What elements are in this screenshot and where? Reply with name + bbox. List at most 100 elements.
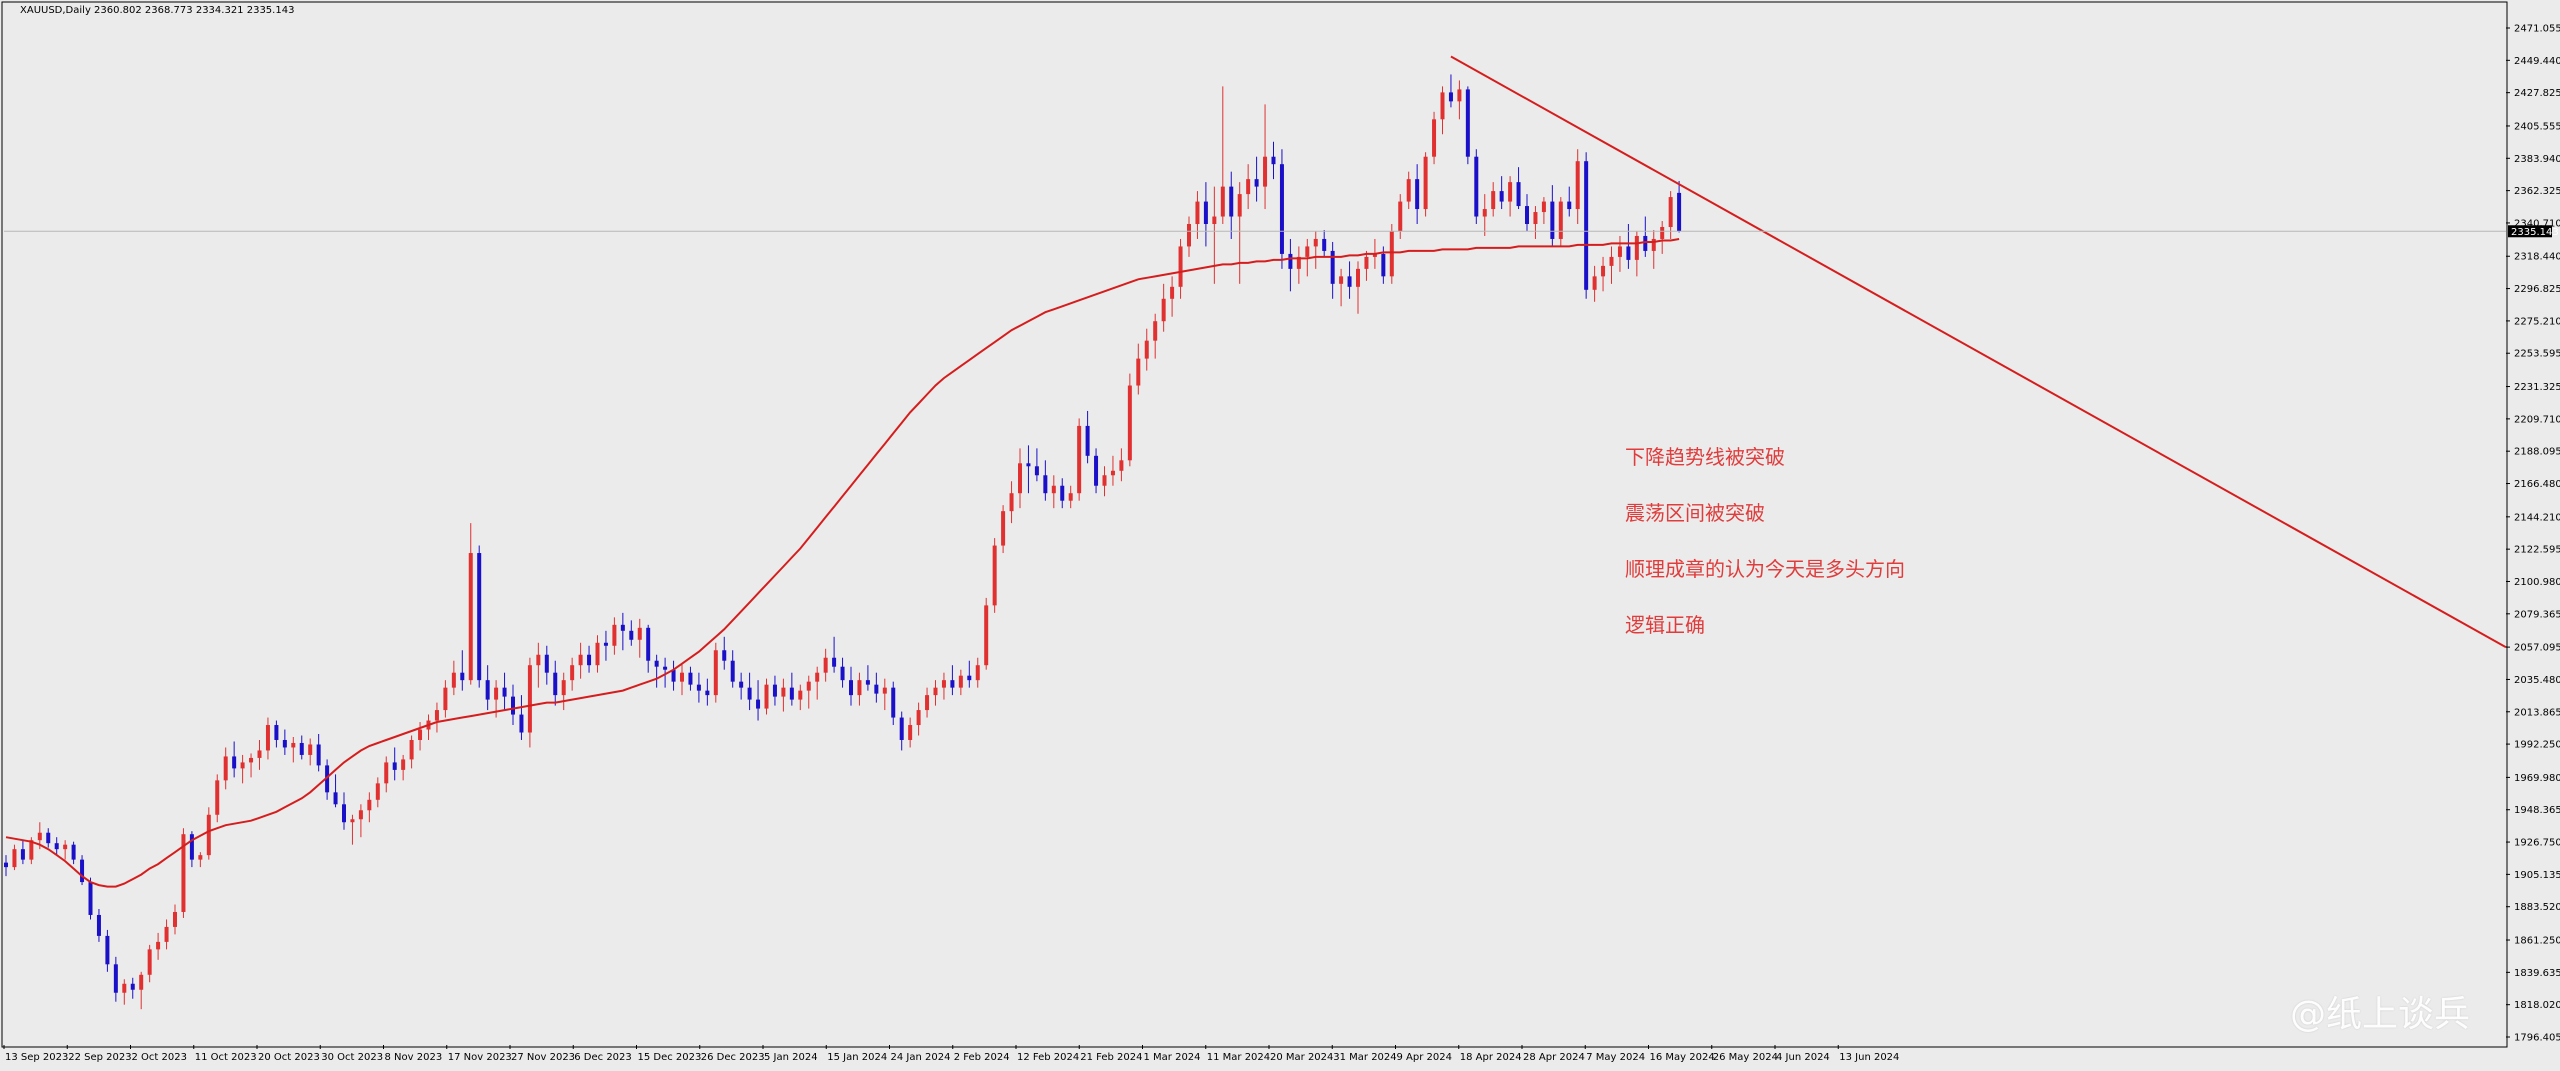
y-tick-label: 2383.940	[2514, 154, 2560, 165]
candle-body	[992, 545, 997, 606]
candle-body	[1246, 179, 1251, 195]
candle-body	[257, 750, 262, 758]
candle-body	[722, 650, 727, 661]
candle-body	[967, 675, 972, 681]
candle-body	[63, 844, 68, 850]
candle-body	[156, 941, 161, 950]
candle-body	[418, 729, 423, 740]
candle-body	[1465, 89, 1470, 157]
candle-body	[1584, 161, 1589, 290]
candle-body	[130, 983, 135, 990]
candle-body	[206, 814, 211, 856]
candle-body	[891, 687, 896, 718]
candle-body	[578, 654, 583, 666]
candle-body	[468, 553, 473, 681]
candle-body	[1617, 246, 1622, 257]
candle-body	[1516, 182, 1521, 207]
candle	[1127, 373, 1132, 467]
candle-body	[1051, 485, 1056, 494]
x-tick-label: 31 Mar 2024	[1333, 1052, 1396, 1063]
candle-body	[663, 666, 668, 670]
candle-body	[1144, 340, 1149, 359]
y-tick-label: 2275.210	[2514, 316, 2560, 327]
x-tick-label: 15 Jan 2024	[827, 1052, 887, 1063]
candle-body	[815, 672, 820, 682]
candle-body	[637, 627, 642, 640]
candle-body	[173, 911, 177, 927]
candle-body	[392, 762, 397, 770]
x-tick-label: 12 Feb 2024	[1017, 1052, 1079, 1063]
candle-body	[223, 756, 228, 781]
candle-body	[20, 849, 25, 860]
y-tick-label: 2209.710	[2514, 414, 2560, 425]
candle-body	[71, 844, 76, 860]
candle-body	[485, 680, 490, 700]
candle-body	[1482, 209, 1487, 217]
candle-body	[1102, 475, 1107, 486]
candle-body	[950, 680, 955, 688]
y-tick-label: 2100.980	[2514, 577, 2560, 588]
candle-body	[781, 687, 786, 697]
candle-body	[1432, 119, 1437, 157]
candle-body	[1085, 425, 1090, 456]
y-tick-label: 2035.480	[2514, 675, 2560, 686]
x-tick-label: 7 May 2024	[1586, 1052, 1645, 1063]
candle-body	[823, 657, 828, 673]
candle-body	[1161, 298, 1166, 322]
x-tick-label: 2 Oct 2023	[132, 1052, 187, 1063]
candle	[1077, 418, 1082, 501]
candle-body	[646, 627, 651, 661]
candlestick-chart[interactable]: 2471.055 2449.440 2427.825 2405.555 2383.940…	[0, 0, 2560, 1071]
x-tick-label: 20 Mar 2024	[1270, 1052, 1333, 1063]
candle-body	[527, 665, 532, 733]
x-tick-label: 16 May 2024	[1650, 1052, 1715, 1063]
candle-body	[908, 725, 913, 740]
candle-body	[1212, 216, 1217, 225]
candle-body	[1541, 201, 1546, 213]
candle-body	[494, 687, 499, 700]
candle-body	[105, 935, 110, 965]
x-tick-label: 5 Jan 2024	[764, 1052, 818, 1063]
candle-body	[688, 672, 693, 685]
candle-body	[933, 687, 938, 696]
candle-body	[358, 810, 363, 820]
y-tick-label: 1948.365	[2514, 805, 2560, 816]
y-tick-label: 1839.635	[2514, 968, 2560, 979]
candle	[1279, 149, 1284, 269]
candle	[206, 807, 211, 860]
candle	[1432, 111, 1437, 165]
candle-body	[1457, 89, 1462, 102]
candle	[477, 545, 482, 688]
x-tick-label: 18 Apr 2024	[1460, 1052, 1522, 1063]
candle-body	[544, 654, 549, 673]
y-tick-label: 2405.555	[2514, 121, 2560, 132]
candle-body	[1229, 186, 1234, 217]
candle-body	[409, 739, 414, 760]
candle-body	[941, 680, 946, 688]
y-tick-label: 2427.825	[2514, 88, 2560, 99]
candle-body	[434, 710, 439, 721]
annotation-bullish-direction: 顺理成章的认为今天是多头方向	[1625, 557, 1905, 581]
y-tick-label: 2188.095	[2514, 447, 2560, 458]
candle-body	[1068, 493, 1073, 501]
y-tick-label: 1905.135	[2514, 870, 2560, 881]
candle-body	[975, 665, 980, 681]
candle-body	[1533, 212, 1538, 225]
candle	[88, 877, 93, 920]
candle-body	[1499, 191, 1504, 202]
candle-body	[1170, 286, 1175, 299]
candle-body	[265, 725, 270, 751]
candle-body	[1271, 156, 1276, 165]
x-tick-label: 2 Feb 2024	[954, 1052, 1010, 1063]
y-tick-label: 1926.750	[2514, 838, 2560, 849]
candle-body	[840, 666, 845, 681]
candle-body	[502, 687, 507, 697]
candle-body	[1448, 92, 1453, 102]
x-tick-label: 26 May 2024	[1713, 1052, 1778, 1063]
candle-body	[629, 630, 634, 640]
x-tick-label: 24 Jan 2024	[891, 1052, 951, 1063]
y-tick-label: 1969.980	[2514, 773, 2560, 784]
chart-window[interactable]: 2471.055 2449.440 2427.825 2405.555 2383.940…	[0, 0, 2560, 1071]
y-tick-label: 2231.325	[2514, 382, 2560, 393]
candle-body	[1668, 197, 1673, 227]
